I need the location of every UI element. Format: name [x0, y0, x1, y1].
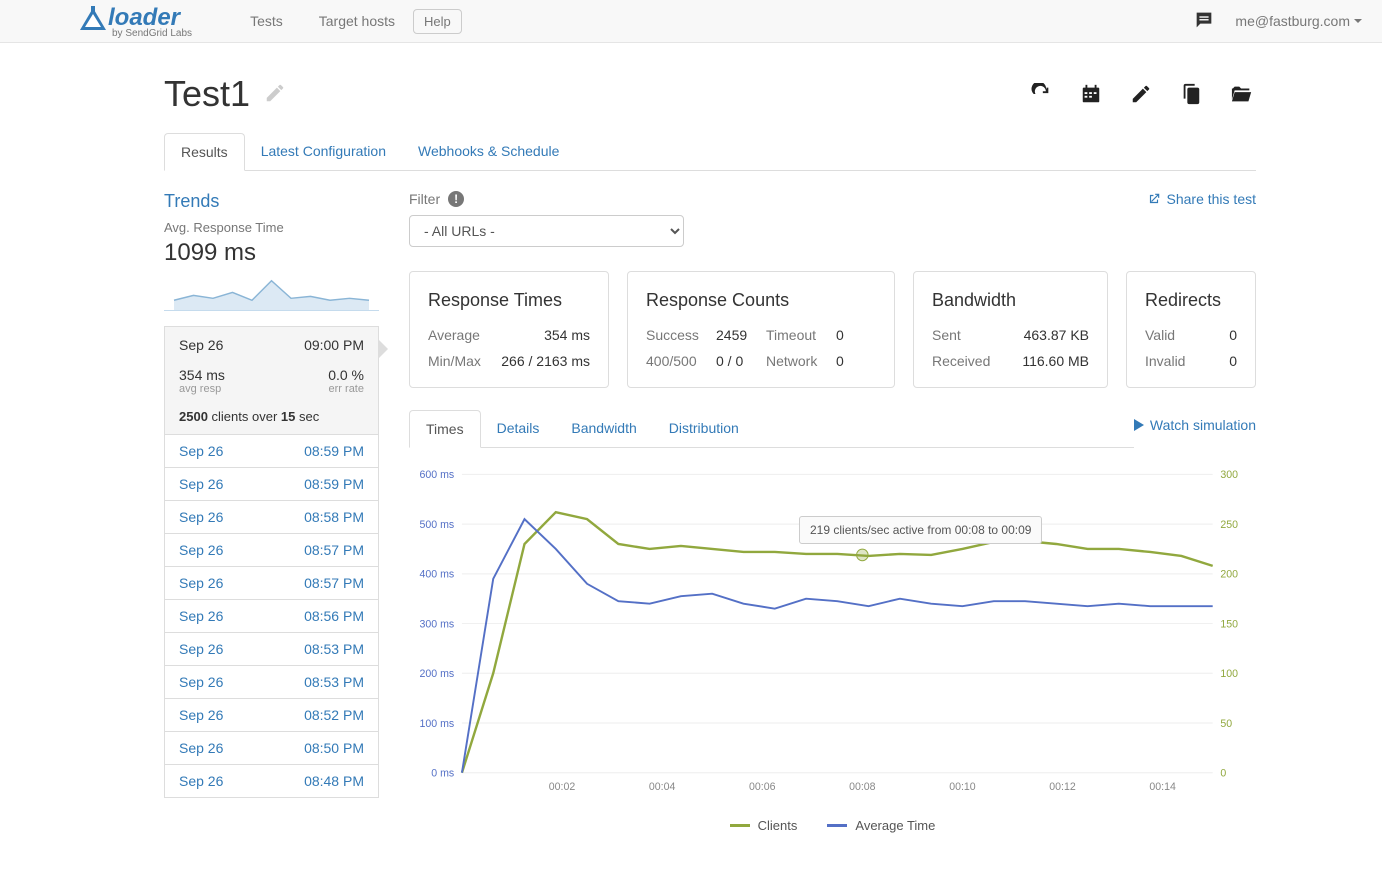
sel-err: 0.0 %: [328, 367, 364, 383]
svg-text:00:12: 00:12: [1049, 781, 1076, 793]
info-icon[interactable]: !: [448, 191, 464, 207]
svg-text:150: 150: [1220, 618, 1238, 630]
calendar-icon[interactable]: [1080, 83, 1102, 105]
svg-text:200: 200: [1220, 569, 1238, 581]
brand-sub: by SendGrid Labs: [112, 28, 192, 39]
edit-icon[interactable]: [1130, 83, 1152, 105]
run-item[interactable]: Sep 2608:59 PM: [165, 468, 378, 501]
caret-down-icon: [1354, 17, 1362, 25]
run-item[interactable]: Sep 2608:57 PM: [165, 567, 378, 600]
trends-sparkline: [164, 271, 379, 311]
sel-avg-label: avg resp: [179, 383, 225, 395]
run-item[interactable]: Sep 2608:56 PM: [165, 600, 378, 633]
run-item[interactable]: Sep 2608:48 PM: [165, 765, 378, 797]
svg-text:600 ms: 600 ms: [420, 469, 455, 481]
svg-text:300: 300: [1220, 469, 1238, 481]
logo-icon: [78, 6, 108, 36]
legend-clients[interactable]: Clients: [730, 818, 798, 833]
nav-tests[interactable]: Tests: [232, 13, 301, 29]
svg-text:00:04: 00:04: [649, 781, 676, 793]
run-item[interactable]: Sep 2608:52 PM: [165, 699, 378, 732]
card-title: Redirects: [1145, 290, 1237, 311]
header-actions: [1030, 83, 1256, 105]
times-chart: 0 ms 100 ms 200 ms 300 ms 400 ms 500 ms 600 ms…: [409, 458, 1256, 818]
nav-hosts[interactable]: Target hosts: [301, 13, 413, 29]
tab-config[interactable]: Latest Configuration: [245, 133, 402, 170]
card-title: Bandwidth: [932, 290, 1089, 311]
chart-tab-details[interactable]: Details: [481, 410, 556, 447]
watch-simulation-link[interactable]: Watch simulation: [1134, 417, 1256, 441]
tab-results[interactable]: Results: [164, 133, 245, 171]
svg-text:00:10: 00:10: [949, 781, 976, 793]
card-title: Response Times: [428, 290, 590, 311]
run-item[interactable]: Sep 2608:50 PM: [165, 732, 378, 765]
share-link[interactable]: Share this test: [1147, 191, 1257, 207]
svg-text:500 ms: 500 ms: [420, 519, 455, 531]
run-item[interactable]: Sep 2608:53 PM: [165, 666, 378, 699]
chart-tooltip: 219 clients/sec active from 00:08 to 00:…: [799, 516, 1042, 544]
chart-tab-distribution[interactable]: Distribution: [653, 410, 755, 447]
card-bandwidth: Bandwidth Sent463.87 KB Received116.60 M…: [913, 271, 1108, 388]
top-nav: loader by SendGrid Labs Tests Target hos…: [0, 0, 1382, 43]
svg-text:00:14: 00:14: [1149, 781, 1176, 793]
sel-date: Sep 26: [179, 337, 223, 353]
run-item[interactable]: Sep 2608:59 PM: [165, 435, 378, 468]
legend-avg[interactable]: Average Time: [827, 818, 935, 833]
edit-title-icon[interactable]: [264, 82, 286, 107]
help-button[interactable]: Help: [413, 9, 462, 34]
run-item[interactable]: Sep 2608:57 PM: [165, 534, 378, 567]
tab-webhooks[interactable]: Webhooks & Schedule: [402, 133, 575, 170]
svg-text:300 ms: 300 ms: [420, 618, 455, 630]
svg-text:250: 250: [1220, 519, 1238, 531]
feedback-icon[interactable]: [1193, 9, 1215, 34]
sel-err-label: err rate: [328, 383, 364, 395]
run-item[interactable]: Sep 2608:53 PM: [165, 633, 378, 666]
chart-tab-bandwidth[interactable]: Bandwidth: [555, 410, 652, 447]
trends-heading[interactable]: Trends: [164, 191, 379, 212]
sel-time: 09:00 PM: [304, 337, 364, 353]
svg-text:400 ms: 400 ms: [420, 569, 455, 581]
run-item[interactable]: Sep 2608:58 PM: [165, 501, 378, 534]
svg-text:00:08: 00:08: [849, 781, 876, 793]
svg-text:100 ms: 100 ms: [420, 718, 455, 730]
page-title: Test1: [164, 73, 250, 115]
card-response-counts: Response Counts Success2459Timeout0 400/…: [627, 271, 895, 388]
refresh-icon[interactable]: [1030, 83, 1052, 105]
svg-text:00:02: 00:02: [549, 781, 576, 793]
sel-clients: 2500 clients over 15 sec: [179, 409, 364, 424]
run-list: Sep 26 09:00 PM 354 ms avg resp 0.0 % er…: [164, 326, 379, 798]
user-menu[interactable]: me@fastburg.com: [1235, 13, 1362, 29]
chart-tabs: Times Details Bandwidth Distribution: [409, 410, 1134, 448]
card-title: Response Counts: [646, 290, 876, 311]
svg-text:0: 0: [1220, 768, 1226, 780]
svg-text:0 ms: 0 ms: [431, 768, 454, 780]
filter-select[interactable]: - All URLs -: [409, 215, 684, 247]
filter-label: Filter: [409, 191, 440, 207]
chart-legend: Clients Average Time: [409, 818, 1256, 833]
user-email: me@fastburg.com: [1235, 13, 1350, 29]
svg-text:100: 100: [1220, 668, 1238, 680]
copy-icon[interactable]: [1180, 83, 1202, 105]
sidebar: Trends Avg. Response Time 1099 ms Sep 26…: [164, 191, 379, 833]
page-tabs: Results Latest Configuration Webhooks & …: [164, 133, 1256, 171]
svg-text:50: 50: [1220, 718, 1232, 730]
sel-avg: 354 ms: [179, 367, 225, 383]
share-icon: [1147, 192, 1161, 206]
trends-sub: Avg. Response Time: [164, 220, 379, 235]
folder-open-icon[interactable]: [1230, 83, 1254, 105]
content: Filter ! Share this test - All URLs - Re…: [409, 191, 1256, 833]
card-response-times: Response Times Average354 ms Min/Max266 …: [409, 271, 609, 388]
trends-value: 1099 ms: [164, 239, 379, 267]
svg-text:200 ms: 200 ms: [420, 668, 455, 680]
card-redirects: Redirects Valid0 Invalid0: [1126, 271, 1256, 388]
svg-text:00:06: 00:06: [749, 781, 776, 793]
logo[interactable]: loader by SendGrid Labs: [78, 4, 192, 39]
run-item-selected[interactable]: Sep 26 09:00 PM 354 ms avg resp 0.0 % er…: [165, 327, 378, 435]
play-icon: [1134, 419, 1144, 431]
chart-tab-times[interactable]: Times: [409, 410, 481, 448]
